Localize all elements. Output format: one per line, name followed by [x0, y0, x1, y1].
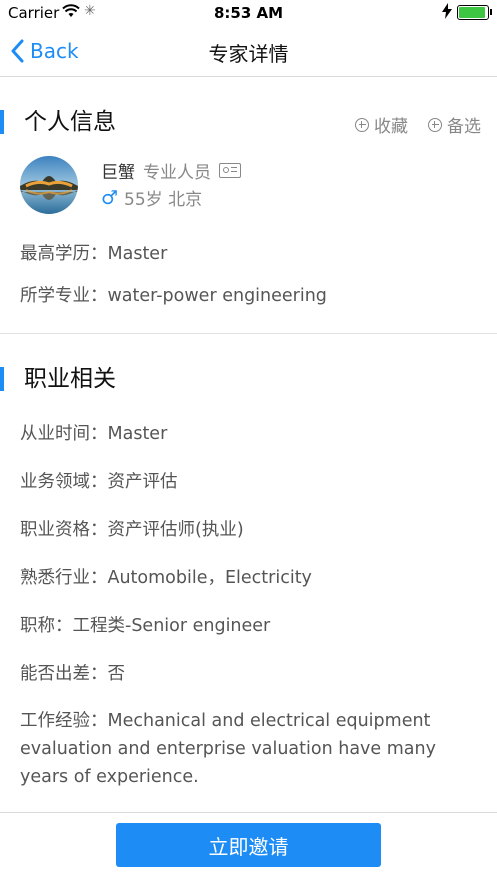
travel-field: 能否出差：否 [20, 664, 125, 684]
navigation-bar: Back 专家详情 [0, 26, 497, 77]
invite-button[interactable]: 立即邀请 [116, 823, 381, 867]
avatar[interactable] [20, 156, 78, 214]
age-location-row: ♂ 55岁 北京 [101, 185, 203, 211]
experience-field: 工作经验：Mechanical and electrical equipment… [20, 711, 436, 787]
battery-icon [457, 5, 492, 20]
years-field: 从业时间：Master [20, 424, 168, 444]
collect-button[interactable]: 收藏 [355, 112, 408, 137]
job-title-field: 职称：工程类-Senior engineer [20, 616, 271, 636]
male-icon: ♂ [101, 186, 119, 209]
qualification-field: 职业资格：资产评估师(执业) [20, 520, 244, 540]
age-city: 55岁 北京 [124, 190, 203, 210]
industry-field: 熟悉行业：Automobile，Electricity [20, 568, 312, 588]
expert-role: 专业人员 [143, 163, 211, 183]
status-time: 8:53 AM [213, 4, 284, 22]
plus-circle-icon [355, 117, 369, 132]
plus-circle-icon [428, 117, 442, 132]
section-accent-bar [0, 367, 4, 391]
personal-info-header: 个人信息 收藏 备选 [0, 106, 497, 138]
status-bar: Carrier ✳ 8:53 AM [0, 0, 497, 26]
candidate-label: 备选 [447, 117, 481, 137]
collect-label: 收藏 [374, 117, 408, 137]
avatar-image [20, 156, 78, 214]
footer-bar: 立即邀请 [0, 812, 497, 884]
personal-info-title: 个人信息 [24, 109, 116, 135]
charging-icon [442, 3, 452, 19]
section-divider [0, 333, 497, 334]
expert-name: 巨蟹 [101, 163, 135, 183]
section-accent-bar [0, 110, 4, 134]
id-card-icon [219, 163, 241, 178]
business-field: 业务领域：资产评估 [20, 472, 178, 492]
header-actions: 收藏 备选 [355, 112, 481, 137]
page-title: 专家详情 [208, 42, 289, 66]
career-header: 职业相关 [0, 363, 497, 395]
candidate-button[interactable]: 备选 [428, 112, 481, 137]
name-row: 巨蟹 专业人员 [101, 158, 241, 183]
education-field: 最高学历：Master [20, 244, 168, 264]
career-title: 职业相关 [24, 366, 116, 392]
major-field: 所学专业：water-power engineering [20, 286, 327, 306]
